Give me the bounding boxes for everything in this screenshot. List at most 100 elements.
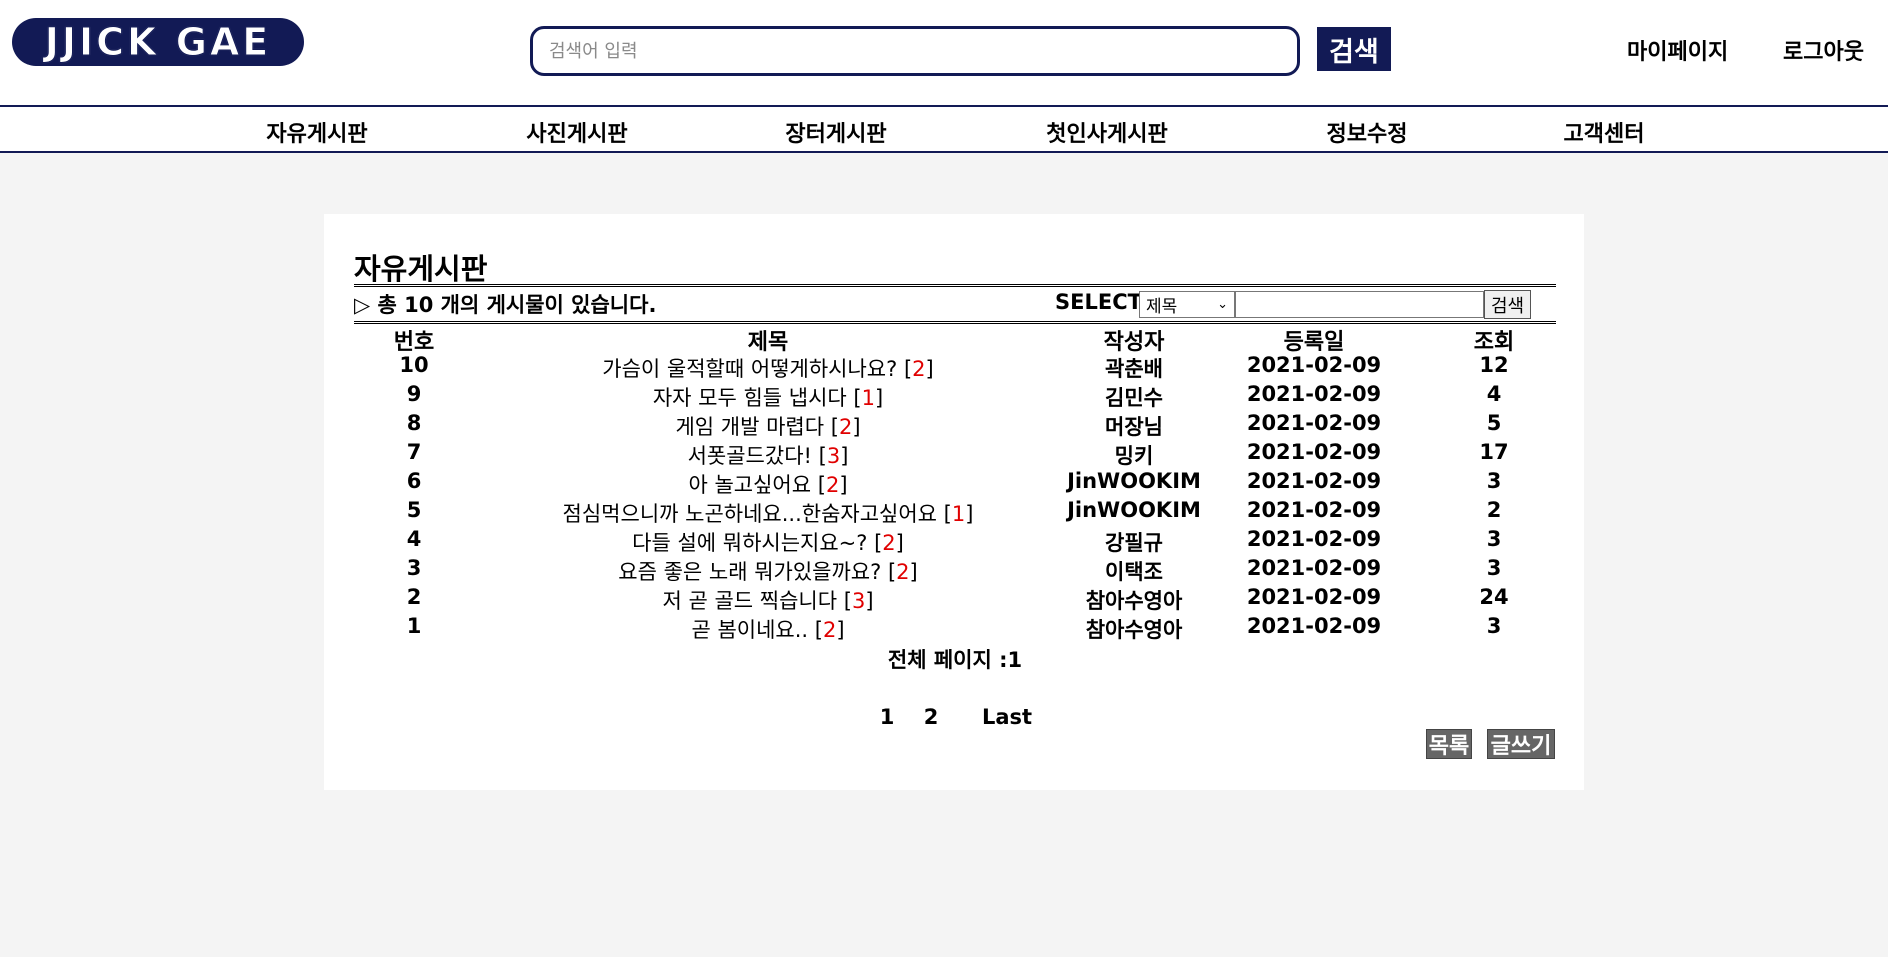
post-views: 2 <box>1486 498 1502 522</box>
search-input[interactable] <box>530 26 1300 76</box>
table-row[interactable]: 8 게임 개발 마렵다 [2] 머장님 2021-02-09 5 <box>354 411 1556 440</box>
post-number: 5 <box>406 498 422 522</box>
col-date: 등록일 <box>1283 330 1345 355</box>
post-number: 8 <box>406 411 422 435</box>
post-date: 2021-02-09 <box>1246 440 1382 464</box>
post-title[interactable]: 점심먹으니까 노곤하네요...한숨자고싶어요 <box>563 502 937 526</box>
post-title[interactable]: 곧 봄이네요.. <box>691 618 808 642</box>
write-button[interactable]: 글쓰기 <box>1487 729 1555 759</box>
total-pages: 전체 페이지 :1 <box>887 648 1023 672</box>
logo-text: JJICK GAE <box>44 20 272 65</box>
comment-count: 2 <box>896 560 910 584</box>
table-row[interactable]: 2 저 곧 골드 찍습니다 [3] 참아수영아 2021-02-09 24 <box>354 585 1556 614</box>
comment-count: 3 <box>851 589 866 613</box>
post-date: 2021-02-09 <box>1246 411 1382 435</box>
table-row[interactable]: 5 점심먹으니까 노곤하네요...한숨자고싶어요 [1] JinWOOKIM 2021… <box>354 498 1556 527</box>
post-number: 1 <box>406 614 422 638</box>
mypage-link[interactable]: 마이페이지 <box>1627 34 1728 66</box>
search-button[interactable]: 검색 <box>1317 27 1391 71</box>
post-title[interactable]: 저 곧 골드 찍습니다 <box>662 589 837 613</box>
post-title[interactable]: 게임 개발 마렵다 <box>675 415 824 439</box>
comment-count: 1 <box>861 386 875 410</box>
post-title[interactable]: 요즘 좋은 노래 뭐가있을까요? <box>618 560 881 584</box>
table-row[interactable]: 6 아 놀고싶어요 [2] JinWOOKIM 2021-02-09 3 <box>354 469 1556 498</box>
board-title: 자유게시판 <box>354 252 488 286</box>
post-title-cell[interactable]: 저 곧 골드 찍습니다 [3] <box>662 585 873 615</box>
nav-market-board[interactable]: 장터게시판 <box>785 116 886 148</box>
post-title-cell[interactable]: 자자 모두 힘들 냅시다 [1] <box>653 382 883 412</box>
post-number: 7 <box>406 440 422 464</box>
post-number: 3 <box>406 556 422 580</box>
nav-photo-board[interactable]: 사진게시판 <box>526 116 627 148</box>
post-title-cell[interactable]: 다들 설에 뭐하시는지요~? [2] <box>632 527 904 557</box>
list-button[interactable]: 목록 <box>1426 729 1472 759</box>
nav-greeting-board[interactable]: 첫인사게시판 <box>1046 116 1167 148</box>
chevron-down-icon: ⌄ <box>1217 297 1228 312</box>
nav-edit-info[interactable]: 정보수정 <box>1327 116 1408 148</box>
post-views: 3 <box>1486 527 1502 551</box>
select-value: 제목 <box>1146 297 1178 317</box>
table-row[interactable]: 10 가슴이 울적할때 어떻게하시나요? [2] 곽춘배 2021-02-09 12 <box>354 353 1556 382</box>
post-title[interactable]: 자자 모두 힘들 냅시다 <box>653 386 847 410</box>
keyword-input[interactable] <box>1235 291 1484 318</box>
post-views: 17 <box>1479 440 1509 464</box>
post-title-cell[interactable]: 곧 봄이네요.. [2] <box>691 614 844 644</box>
post-title[interactable]: 서폿골드갔다! <box>688 444 812 468</box>
post-number: 10 <box>399 353 429 377</box>
post-title-cell[interactable]: 게임 개발 마렵다 [2] <box>675 411 860 441</box>
post-number: 4 <box>406 527 422 551</box>
post-author: 밍키 <box>1114 444 1154 468</box>
post-views: 12 <box>1479 353 1509 377</box>
post-title-cell[interactable]: 서폿골드갔다! [3] <box>688 440 849 470</box>
site-logo[interactable]: JJICK GAE <box>12 18 304 66</box>
comment-count: 1 <box>951 502 966 526</box>
post-author: 참아수영아 <box>1085 618 1183 642</box>
table-row[interactable]: 7 서폿골드갔다! [3] 밍키 2021-02-09 17 <box>354 440 1556 469</box>
page-link[interactable]: 2 <box>924 705 939 729</box>
page-link[interactable]: 1 <box>880 705 895 729</box>
logout-link[interactable]: 로그아웃 <box>1783 34 1864 66</box>
post-views: 24 <box>1479 585 1509 609</box>
board-search-button[interactable]: 검색 <box>1484 290 1531 319</box>
page-last-link[interactable]: Last <box>982 705 1032 729</box>
table-row[interactable]: 9 자자 모두 힘들 냅시다 [1] 김민수 2021-02-09 4 <box>354 382 1556 411</box>
comment-count: 2 <box>912 357 926 381</box>
post-author: 머장님 <box>1105 415 1163 439</box>
post-date: 2021-02-09 <box>1246 382 1382 406</box>
comment-count: 2 <box>822 618 837 642</box>
post-number: 9 <box>406 382 422 406</box>
post-author: 강필규 <box>1105 531 1163 555</box>
post-title-cell[interactable]: 아 놀고싶어요 [2] <box>688 469 847 499</box>
post-title[interactable]: 가슴이 울적할때 어떻게하시나요? <box>602 357 897 381</box>
post-number: 2 <box>406 585 422 609</box>
post-title-cell[interactable]: 요즘 좋은 노래 뭐가있을까요? [2] <box>618 556 917 586</box>
post-author: 곽춘배 <box>1105 357 1163 381</box>
table-row[interactable]: 4 다들 설에 뭐하시는지요~? [2] 강필규 2021-02-09 3 <box>354 527 1556 556</box>
post-views: 3 <box>1486 469 1502 493</box>
board-panel: 자유게시판 ▷ 총 10 개의 게시물이 있습니다. SELECT 제목 ⌄ 검… <box>324 214 1584 790</box>
post-author: JinWOOKIM <box>1067 469 1201 493</box>
post-title[interactable]: 아 놀고싶어요 <box>688 473 811 497</box>
post-views: 3 <box>1486 614 1502 638</box>
select-label: SELECT <box>1055 290 1142 314</box>
nav-free-board[interactable]: 자유게시판 <box>266 116 367 148</box>
col-title: 제목 <box>747 330 789 355</box>
table-row[interactable]: 3 요즘 좋은 노래 뭐가있을까요? [2] 이택조 2021-02-09 3 <box>354 556 1556 585</box>
post-title-cell[interactable]: 점심먹으니까 노곤하네요...한숨자고싶어요 [1] <box>563 498 974 528</box>
post-title[interactable]: 다들 설에 뭐하시는지요~? <box>632 531 867 555</box>
post-views: 5 <box>1486 411 1502 435</box>
table-row[interactable]: 1 곧 봄이네요.. [2] 참아수영아 2021-02-09 3 <box>354 614 1556 643</box>
post-date: 2021-02-09 <box>1246 469 1382 493</box>
post-date: 2021-02-09 <box>1246 498 1382 522</box>
post-author: JinWOOKIM <box>1067 498 1201 522</box>
post-date: 2021-02-09 <box>1246 353 1382 377</box>
comment-count: 2 <box>825 473 840 497</box>
search-field-select[interactable]: 제목 ⌄ <box>1139 291 1235 318</box>
post-title-cell[interactable]: 가슴이 울적할때 어떻게하시나요? [2] <box>602 353 933 383</box>
post-author: 김민수 <box>1105 386 1163 410</box>
col-views: 조회 <box>1473 330 1515 355</box>
nav-customer-center[interactable]: 고객센터 <box>1564 116 1645 148</box>
main-nav: 자유게시판 사진게시판 장터게시판 첫인사게시판 정보수정 고객센터 <box>0 105 1888 153</box>
comment-count: 2 <box>838 415 853 439</box>
col-number: 번호 <box>393 330 435 355</box>
